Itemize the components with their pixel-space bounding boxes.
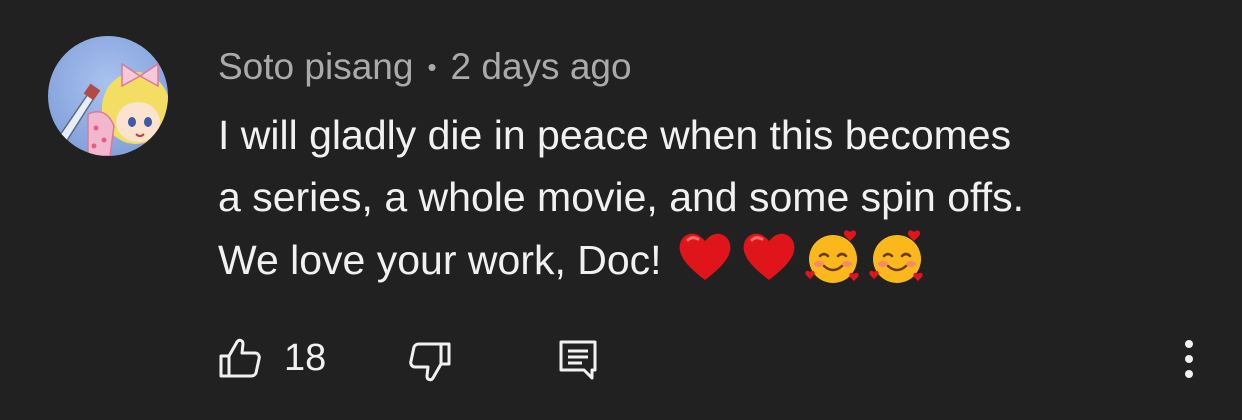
comment-line: I will gladly die in peace when this bec… (218, 112, 1012, 158)
comment-text: I will gladly die in peace when this bec… (218, 104, 1218, 291)
more-options-button[interactable] (1174, 336, 1204, 382)
comment-time[interactable]: 2 days ago (451, 46, 632, 87)
author-name[interactable]: Soto pisang (218, 46, 413, 87)
comment-actions: 18 (0, 330, 1242, 386)
red-heart-emoji (676, 228, 734, 286)
thumbs-up-icon (219, 338, 261, 378)
comment-line: a series, a whole movie, and some spin o… (218, 174, 1024, 220)
smiling-face-with-hearts-emoji (868, 228, 926, 286)
comment-meta: Soto pisang • 2 days ago (218, 44, 632, 90)
like-count: 18 (284, 337, 327, 379)
more-vertical-icon (1185, 340, 1193, 378)
comment-line: We love your work, Doc! (218, 228, 1218, 291)
meta-separator: • (427, 52, 437, 82)
comment-card: Soto pisang • 2 days ago I will gladly die… (0, 0, 1242, 420)
avatar[interactable] (48, 36, 168, 156)
comment-line-text: We love your work, Doc! (218, 237, 662, 283)
reply-comment-icon (559, 340, 597, 380)
smiling-face-with-hearts-emoji (804, 228, 862, 286)
red-heart-emoji (740, 228, 798, 286)
dislike-button[interactable] (408, 340, 452, 384)
reply-button[interactable] (556, 338, 600, 382)
like-button[interactable] (218, 336, 262, 380)
avatar-image (48, 36, 168, 156)
thumbs-down-icon (409, 342, 451, 382)
